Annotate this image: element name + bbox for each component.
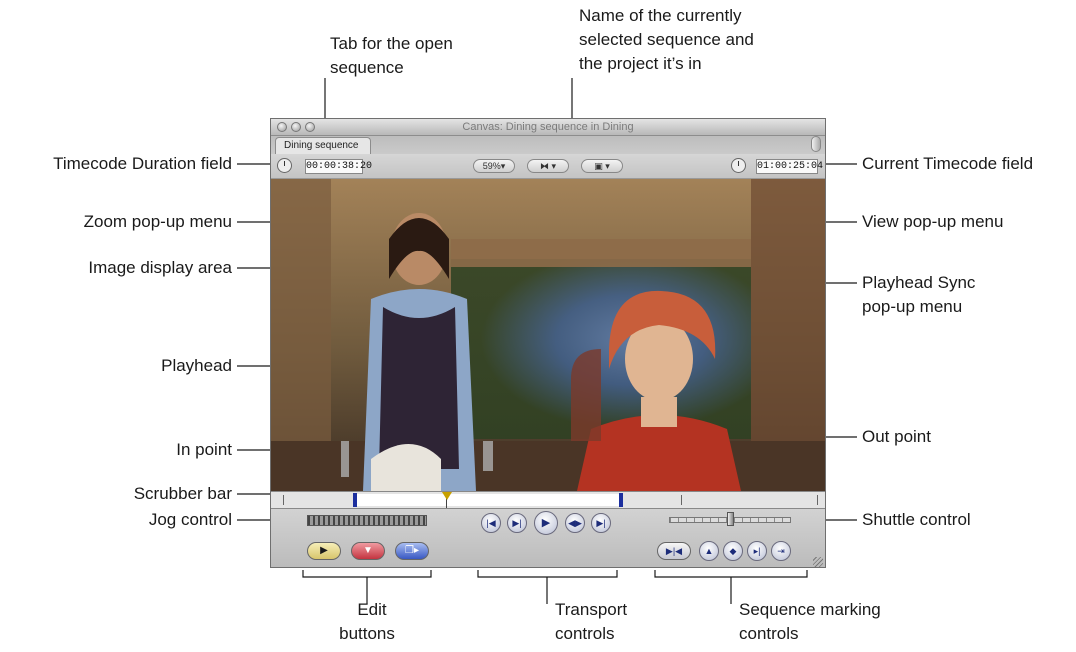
- previous-edit-button[interactable]: |◀: [481, 513, 501, 533]
- view-frame-icon: ▣: [594, 161, 603, 171]
- timecode-duration-field[interactable]: 00:00:38:20: [305, 159, 372, 174]
- callout-tab-open-sequence: Tab for the open sequence: [330, 32, 453, 80]
- overwrite-edit-icon: ▼: [363, 545, 373, 556]
- callout-current-timecode: Current Timecode field: [862, 154, 1034, 173]
- callout-edit-line-1: Edit: [357, 600, 387, 619]
- shuttle-knob[interactable]: [727, 512, 734, 526]
- replace-edit-button[interactable]: ❐▸: [395, 542, 429, 560]
- mark-in-out-button[interactable]: ▶|◀: [657, 542, 691, 560]
- canvas-window: Canvas: Dining sequence in Dining Dining…: [270, 118, 826, 568]
- add-keyframe-icon: ◆: [729, 546, 737, 556]
- callout-in-point: In point: [176, 440, 232, 459]
- callout-seqname-line-1: Name of the currently: [579, 6, 742, 25]
- callout-scrubber-bar: Scrubber bar: [133, 484, 232, 503]
- callout-view-popup: View pop-up menu: [862, 212, 1004, 231]
- add-marker-button[interactable]: ▲: [699, 541, 719, 561]
- image-display-area: [271, 179, 825, 491]
- canvas-controls: |◀ ▶| ▶ ◀▶ ▶| ▶ ▼ ❐▸ ▶|◀ ▲ ◆ ▸| ⇥: [271, 509, 825, 567]
- tab-row: Dining sequence: [271, 136, 825, 154]
- view-popup-menu[interactable]: ▣ ▾: [581, 159, 623, 173]
- callout-transport-line-1: Transport: [555, 600, 628, 619]
- mark-clip-icon: ▸|: [753, 546, 761, 556]
- jog-control[interactable]: [307, 515, 427, 526]
- zoom-popup-menu[interactable]: 59%▾: [473, 159, 515, 173]
- callout-seqname-line-3: the project it’s in: [579, 54, 702, 73]
- callout-playhead-sync: Playhead Sync pop-up menu: [862, 271, 975, 319]
- play-icon: ▶: [541, 517, 551, 529]
- callout-jog-control: Jog control: [148, 510, 232, 529]
- callout-playhead: Playhead: [161, 356, 232, 375]
- insert-edit-icon: ▶: [320, 545, 328, 556]
- callout-zoom-popup: Zoom pop-up menu: [83, 212, 232, 231]
- callout-transport-line-2: controls: [555, 624, 615, 643]
- callout-tab-line-2: sequence: [330, 58, 404, 77]
- go-to-next-edit-icon: ▶|: [596, 518, 606, 528]
- current-time-clock-icon: [731, 158, 746, 173]
- callout-marking-line-2: controls: [739, 624, 799, 643]
- play-around-current-button[interactable]: ◀▶: [565, 513, 585, 533]
- callout-marking-line-1: Sequence marking: [739, 600, 881, 619]
- out-point-marker[interactable]: [619, 493, 623, 507]
- callout-tab-line-1: Tab for the open: [330, 34, 453, 53]
- mark-in-out-icon: ▶|◀: [665, 546, 683, 556]
- resize-knob-icon[interactable]: [811, 136, 821, 152]
- play-around-current-icon: ◀▶: [568, 518, 582, 528]
- overwrite-edit-button[interactable]: ▼: [351, 542, 385, 560]
- in-out-range: [355, 494, 621, 506]
- replace-edit-icon: ❐▸: [405, 545, 419, 556]
- callout-image-display: Image display area: [88, 258, 232, 277]
- chevron-down-icon: ▾: [602, 161, 610, 171]
- canvas-toolbar: 00:00:38:20 59%▾ ⧓ ▾ ▣ ▾ 01:00:25:04: [271, 154, 825, 179]
- duration-clock-icon: [277, 158, 292, 173]
- tab-dining-sequence[interactable]: Dining sequence: [275, 137, 371, 154]
- play-in-to-out-icon: ▶|: [512, 518, 522, 528]
- chevron-down-icon: ▾: [500, 161, 506, 171]
- window-title: Canvas: Dining sequence in Dining: [462, 121, 634, 133]
- scrubber-tick: [283, 495, 284, 505]
- scrubber-tick: [681, 495, 682, 505]
- callout-sequence-marking: Sequence marking controls: [739, 598, 881, 646]
- callout-sequence-name: Name of the currently selected sequence …: [579, 4, 754, 76]
- play-button[interactable]: ▶: [534, 511, 558, 535]
- callout-sync-line-1: Playhead Sync: [862, 273, 976, 292]
- add-marker-icon: ▲: [704, 546, 714, 556]
- window-resize-icon[interactable]: [813, 557, 823, 567]
- next-edit-button[interactable]: ▶|: [591, 513, 611, 533]
- callout-transport-controls: Transport controls: [555, 598, 627, 646]
- callout-seqname-line-2: selected sequence and: [579, 30, 754, 49]
- zoom-value: 59%: [482, 161, 501, 171]
- callout-out-point: Out point: [862, 427, 931, 446]
- chevron-down-icon: ▾: [548, 161, 557, 171]
- video-frame-image: [271, 179, 825, 491]
- scrubber-bar[interactable]: [271, 491, 825, 509]
- playhead-sync-icon: ⧓: [539, 161, 549, 171]
- title-bar[interactable]: Canvas: Dining sequence in Dining: [271, 119, 825, 136]
- go-to-previous-edit-icon: |◀: [486, 518, 496, 528]
- mark-clip-button[interactable]: ▸|: [747, 541, 767, 561]
- match-frame-button[interactable]: ⇥: [771, 541, 791, 561]
- callout-edit-line-2: buttons: [339, 624, 395, 643]
- play-in-to-out-button[interactable]: ▶|: [507, 513, 527, 533]
- callout-timecode-duration: Timecode Duration field: [53, 154, 232, 173]
- callout-sync-line-2: pop-up menu: [862, 297, 963, 316]
- callout-shuttle-control: Shuttle control: [862, 510, 971, 529]
- callout-edit-buttons: Edit buttons: [317, 598, 417, 646]
- insert-edit-button[interactable]: ▶: [307, 542, 341, 560]
- in-point-marker[interactable]: [353, 493, 357, 507]
- match-frame-icon: ⇥: [777, 546, 785, 556]
- current-timecode-field[interactable]: 01:00:25:04: [756, 159, 823, 174]
- playhead-sync-popup-menu[interactable]: ⧓ ▾: [527, 159, 569, 173]
- scrubber-tick: [817, 495, 818, 505]
- add-keyframe-button[interactable]: ◆: [723, 541, 743, 561]
- playhead[interactable]: [442, 492, 452, 500]
